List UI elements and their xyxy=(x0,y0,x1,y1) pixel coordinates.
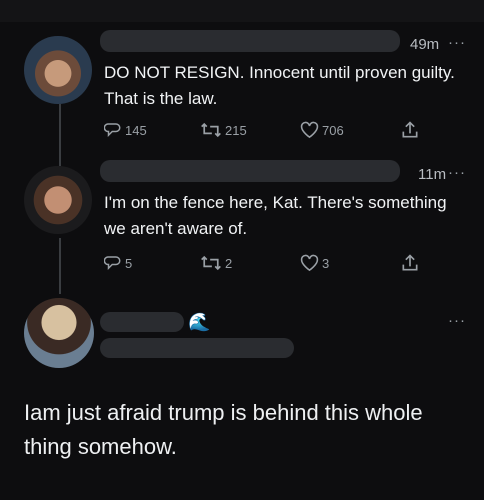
reply-button[interactable]: 5 xyxy=(104,254,132,272)
reply-icon xyxy=(104,256,121,271)
more-icon[interactable]: ··· xyxy=(448,34,466,51)
heart-icon xyxy=(300,254,319,272)
reply-icon xyxy=(104,123,121,138)
redacted-handle xyxy=(100,338,294,358)
thread-connector xyxy=(59,238,61,294)
main-tweet-text: Iam just afraid trump is behind this who… xyxy=(24,400,423,459)
share-icon xyxy=(402,254,418,271)
retweet-count: 2 xyxy=(225,255,233,271)
avatar[interactable] xyxy=(24,166,92,234)
like-button[interactable]: 3 xyxy=(300,254,329,272)
tweet-text: DO NOT RESIGN. Innocent until proven gui… xyxy=(104,63,455,108)
redacted-username xyxy=(100,30,400,52)
share-icon xyxy=(402,121,418,138)
redacted-username xyxy=(100,160,400,182)
retweet-count: 215 xyxy=(225,122,247,138)
thread-connector xyxy=(59,104,61,166)
share-button[interactable] xyxy=(400,253,423,273)
wave-emoji: 🌊 xyxy=(188,312,211,332)
tweet-timestamp[interactable]: 49m xyxy=(410,36,439,53)
reply-count: 145 xyxy=(125,122,147,138)
like-button[interactable]: 706 xyxy=(300,121,344,139)
retweet-icon xyxy=(201,122,221,138)
avatar[interactable] xyxy=(24,36,92,104)
like-count: 3 xyxy=(322,255,330,271)
retweet-button[interactable]: 2 xyxy=(200,254,232,272)
redacted-header xyxy=(0,0,484,22)
heart-icon xyxy=(300,121,319,139)
share-button[interactable] xyxy=(400,120,423,140)
more-icon[interactable]: ··· xyxy=(448,312,466,329)
like-count: 706 xyxy=(322,122,344,138)
tweet-thread: 49m ··· DO NOT RESIGN. Innocent until pr… xyxy=(0,0,484,500)
retweet-button[interactable]: 215 xyxy=(200,121,247,139)
reply-button[interactable]: 145 xyxy=(104,121,147,139)
tweet-text: I'm on the fence here, Kat. There's some… xyxy=(104,193,447,238)
reply-count: 5 xyxy=(125,255,133,271)
avatar[interactable] xyxy=(24,298,94,368)
redacted-display-name xyxy=(100,312,184,332)
more-icon[interactable]: ··· xyxy=(448,164,466,181)
retweet-icon xyxy=(201,255,221,271)
tweet-timestamp[interactable]: 11m xyxy=(418,166,446,183)
